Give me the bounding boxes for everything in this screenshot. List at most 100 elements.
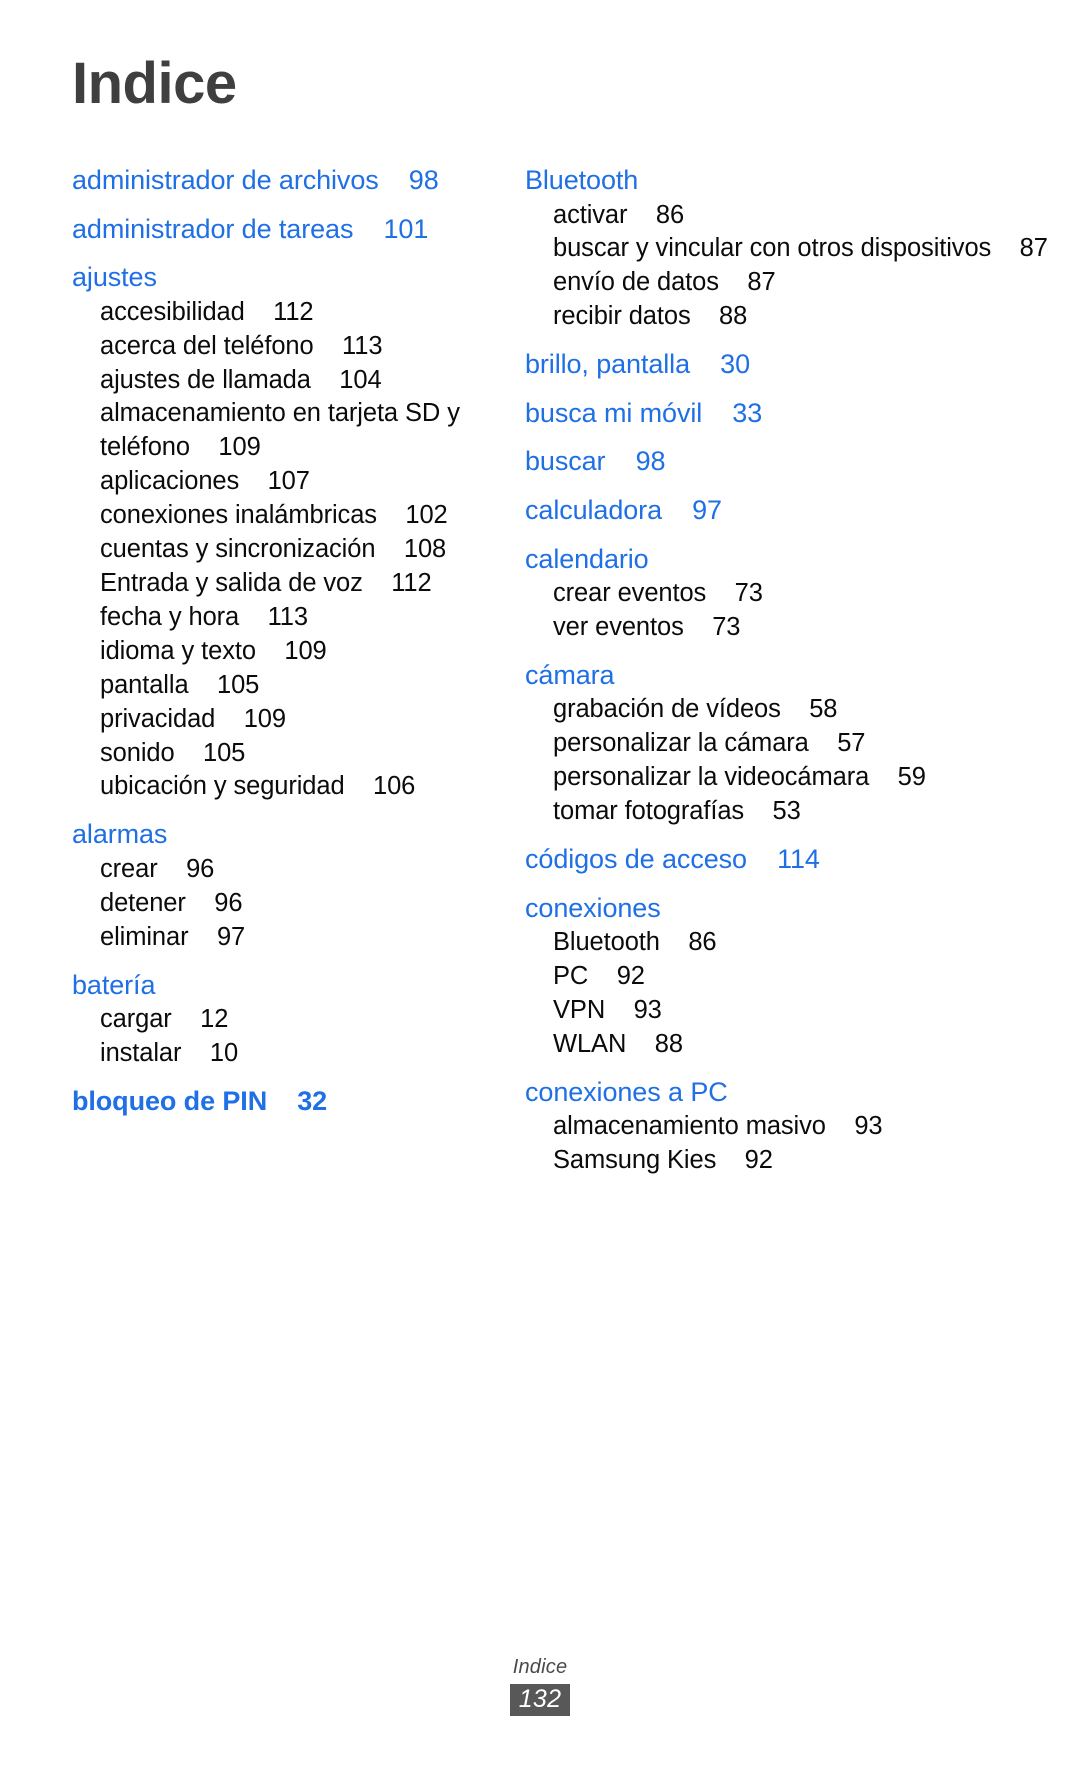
index-entry-page-number: 105	[216, 670, 260, 699]
index-entry-page-number: 12	[200, 1005, 229, 1034]
index-entry-label: acerca del teléfono	[100, 331, 314, 360]
index-entry-heading[interactable]: bloqueo de PIN 32	[72, 1083, 495, 1120]
index-entry-page-number: 98	[635, 446, 666, 477]
index-entry-label: Bluetooth	[553, 928, 660, 957]
index-entry-heading[interactable]: conexiones	[525, 890, 1080, 927]
index-entry-label: personalizar la videocámara	[553, 763, 870, 792]
index-entry-label: administrador de archivos	[72, 165, 379, 195]
index-entry-label: busca mi móvil	[525, 397, 703, 428]
index-entry-sub[interactable]: acerca del teléfono 113	[72, 330, 495, 364]
index-entry-page-number: 107	[267, 467, 310, 496]
index-entry-sub[interactable]: ubicación y seguridad 106	[72, 770, 495, 804]
index-entry-sub[interactable]: Entrada y salida de voz 112	[72, 567, 495, 601]
index-entry-heading[interactable]: administrador de tareas 101	[72, 211, 495, 248]
index-entry-label: accesibilidad	[100, 297, 245, 326]
index-entry-label: administrador de tareas	[72, 213, 354, 244]
index-entry-page-number: 109	[284, 636, 327, 665]
footer-page-number: 132	[509, 1684, 571, 1716]
index-entry-heading[interactable]: cámara	[525, 657, 1080, 694]
index-entry-page-number: 97	[692, 494, 722, 525]
index-entry-page-number: 59	[897, 763, 926, 792]
index-entry-heading[interactable]: Bluetooth	[525, 162, 1080, 199]
index-entry-label: bloqueo de PIN	[72, 1086, 268, 1117]
footer-section-label: Indice	[512, 1656, 568, 1678]
index-columns: administrador de archivos 98 administrado…	[0, 162, 1080, 1178]
index-entry-heading[interactable]: ajustes	[72, 259, 495, 296]
index-entry-label: Bluetooth	[525, 165, 639, 195]
index-entry-page-number: 113	[342, 331, 383, 360]
index-entry-label: brillo, pantalla	[525, 349, 691, 380]
index-entry-sub[interactable]: VPN 93	[525, 994, 1080, 1028]
index-entry-label: calendario	[525, 543, 649, 574]
index-entry-page-number: 97	[216, 922, 246, 951]
index-entry-label: sonido	[100, 738, 175, 767]
index-entry-sub[interactable]: ver eventos 73	[525, 611, 1080, 645]
index-entry-heading[interactable]: buscar 98	[525, 443, 1080, 480]
index-entry-page-number: 108	[403, 535, 447, 564]
index-entry-sub[interactable]: personalizar la videocámara 59	[525, 761, 1080, 795]
index-entry-label: ajustes de llamada	[100, 365, 311, 394]
index-entry-sub[interactable]: tomar fotografías 53	[525, 795, 1080, 829]
index-entry-sub[interactable]: envío de datos 87	[525, 266, 1080, 300]
index-entry-page-number: 98	[408, 165, 439, 195]
index-entry-label: PC	[553, 962, 589, 991]
index-entry-heading[interactable]: batería	[72, 967, 495, 1004]
index-entry-sub[interactable]: privacidad 109	[72, 703, 495, 737]
index-entry-sub[interactable]: accesibilidad 112	[72, 296, 495, 330]
index-entry-sub[interactable]: crear eventos 73	[525, 577, 1080, 611]
index-entry-page-number: 86	[688, 928, 717, 957]
index-entry-heading[interactable]: brillo, pantalla 30	[525, 346, 1080, 383]
index-entry-sub[interactable]: cuentas y sincronización 108	[72, 533, 495, 567]
index-entry-label: batería	[72, 969, 156, 1000]
index-entry-sub[interactable]: buscar y vincular con otros dispositivos…	[525, 232, 1080, 266]
index-entry-page-number: 33	[732, 397, 763, 428]
index-entry-sub[interactable]: activar 86	[525, 199, 1080, 233]
index-entry-label: idioma y texto	[100, 636, 256, 665]
index-entry-sub[interactable]: personalizar la cámara 57	[525, 727, 1080, 761]
index-entry-heading[interactable]: calculadora 97	[525, 492, 1080, 529]
index-entry-sub[interactable]: Samsung Kies 92	[525, 1144, 1080, 1178]
index-entry-sub[interactable]: eliminar 97	[72, 921, 495, 955]
index-entry-sub[interactable]: detener 96	[72, 887, 495, 921]
index-entry-sub[interactable]: aplicaciones 107	[72, 465, 495, 499]
index-entry-label: Samsung Kies	[553, 1146, 717, 1175]
index-entry-label: instalar	[100, 1039, 182, 1068]
index-entry-label: conexiones	[525, 892, 661, 923]
index-entry-label: pantalla	[100, 670, 189, 699]
index-entry-sub[interactable]: cargar 12	[72, 1003, 495, 1037]
index-entry-sub[interactable]: fecha y hora 113	[72, 601, 495, 635]
index-entry-label: personalizar la cámara	[553, 729, 809, 758]
index-entry-sub[interactable]: WLAN 88	[525, 1028, 1080, 1062]
index-entry-label: ver eventos	[553, 613, 684, 641]
index-entry-sub[interactable]: sonido 105	[72, 737, 495, 771]
index-entry-sub[interactable]: Bluetooth 86	[525, 926, 1080, 960]
index-entry-heading[interactable]: alarmas	[72, 816, 495, 853]
index-entry-sub[interactable]: conexiones inalámbricas 102	[72, 499, 495, 533]
index-entry-heading[interactable]: busca mi móvil 33	[525, 395, 1080, 432]
index-entry-label: crear eventos	[553, 579, 707, 608]
index-entry-sub[interactable]: recibir datos 88	[525, 300, 1080, 334]
index-entry-label: privacidad	[100, 704, 216, 733]
index-entry-heading[interactable]: administrador de archivos 98	[72, 162, 495, 199]
index-entry-label: cámara	[525, 659, 615, 690]
index-entry-sub[interactable]: instalar 10	[72, 1037, 495, 1071]
index-entry-page-number: 96	[214, 888, 243, 917]
index-entry-label: conexiones inalámbricas	[100, 501, 377, 530]
index-entry-sub[interactable]: pantalla 105	[72, 669, 495, 703]
index-entry-label: calculadora	[525, 494, 662, 525]
index-entry-sub[interactable]: almacenamiento masivo 93	[525, 1110, 1080, 1144]
index-entry-heading[interactable]: conexiones a PC	[525, 1074, 1080, 1111]
index-entry-label: grabación de vídeos	[553, 695, 781, 724]
index-entry-label: cargar	[100, 1005, 172, 1034]
index-entry-label: almacenamiento masivo	[553, 1112, 826, 1141]
index-entry-sub[interactable]: almacenamiento en tarjeta SD y teléfono …	[72, 397, 495, 465]
index-entry-sub[interactable]: ajustes de llamada 104	[72, 364, 495, 398]
index-entry-sub[interactable]: crear 96	[72, 853, 495, 887]
index-entry-sub[interactable]: PC 92	[525, 960, 1080, 994]
index-column-left: administrador de archivos 98 administrado…	[0, 162, 495, 1120]
index-entry-heading[interactable]: calendario	[525, 541, 1080, 578]
index-entry-sub[interactable]: grabación de vídeos 58	[525, 693, 1080, 727]
index-entry-sub[interactable]: idioma y texto 109	[72, 635, 495, 669]
index-entry-label: WLAN	[553, 1029, 627, 1058]
index-entry-heading[interactable]: códigos de acceso 114	[525, 841, 1080, 878]
